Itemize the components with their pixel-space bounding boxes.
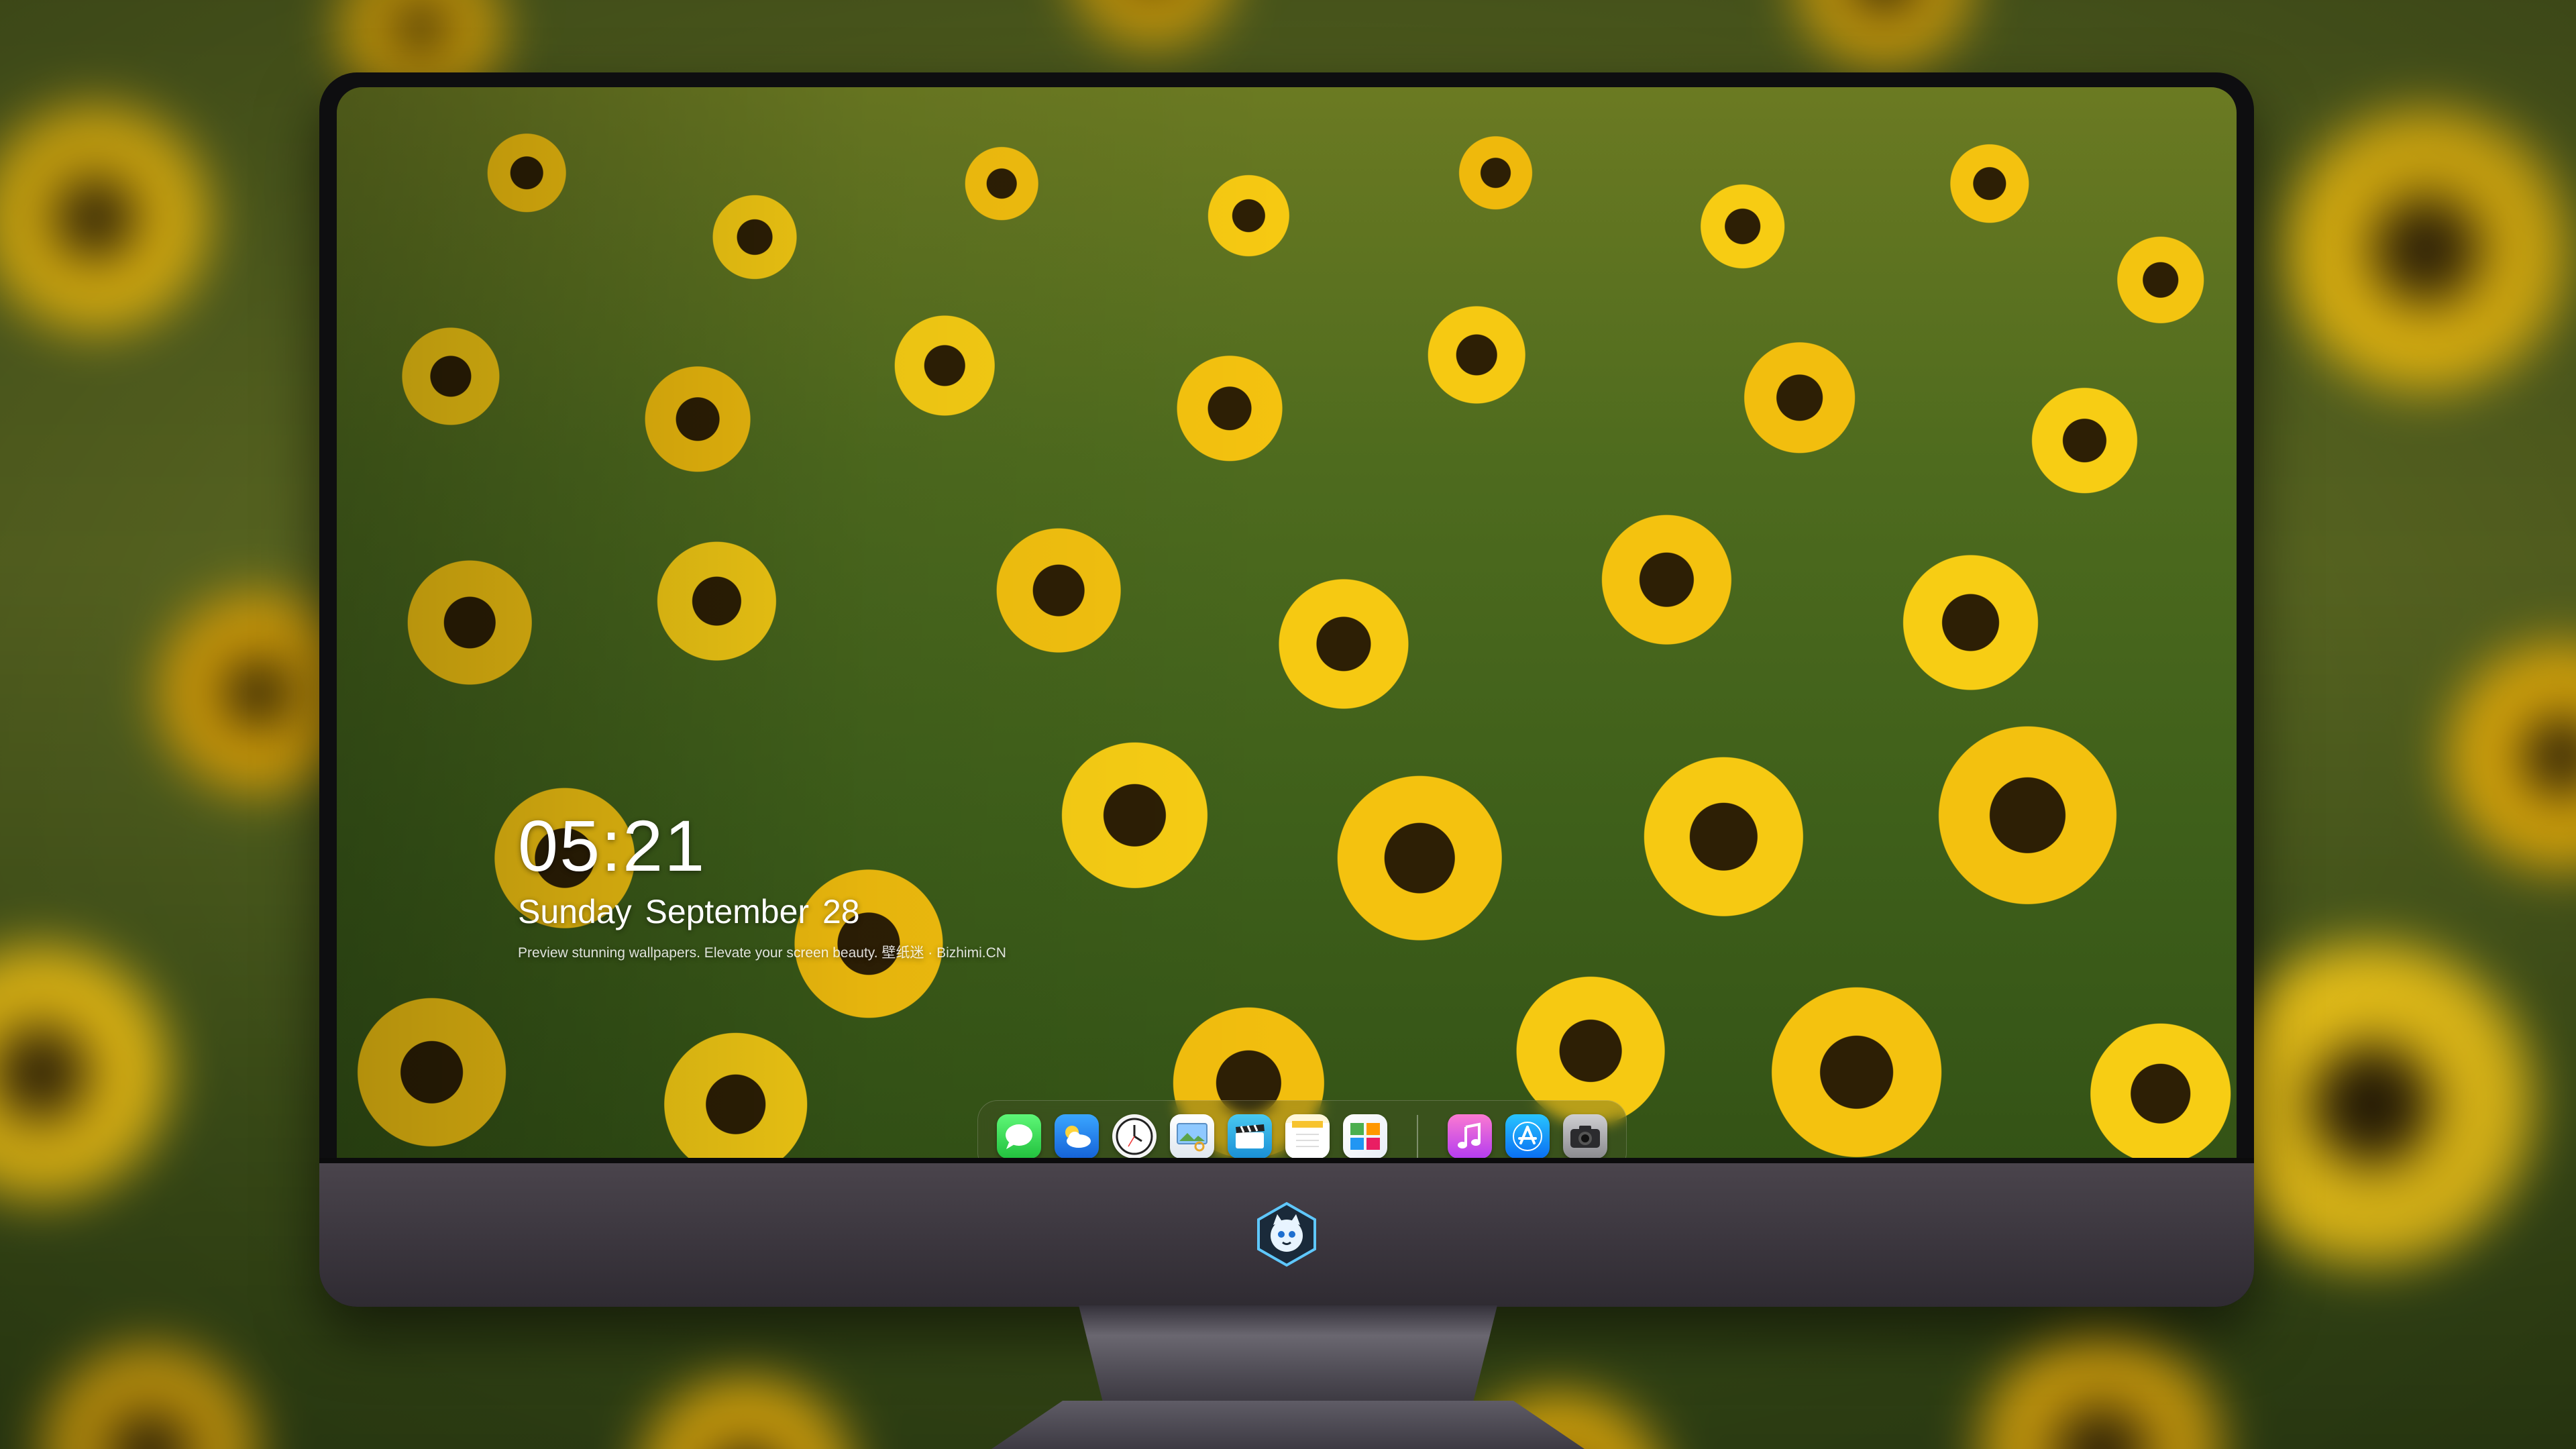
- clock-date: Sunday September 28: [518, 893, 860, 930]
- monitor: 05:21 Sunday September 28 Preview stunni…: [319, 72, 2254, 1307]
- app-store-icon[interactable]: [1505, 1114, 1550, 1158]
- notes-icon[interactable]: [1285, 1114, 1330, 1158]
- messages-icon[interactable]: [997, 1114, 1041, 1158]
- music-icon[interactable]: [1448, 1114, 1492, 1158]
- clock-time: 05:21: [518, 805, 706, 886]
- monitor-stand-base: [991, 1401, 1585, 1449]
- lock-screen-clock: 05:21 Sunday September 28 Preview stunni…: [518, 808, 1006, 963]
- weather-icon[interactable]: [1055, 1114, 1099, 1158]
- clock-icon[interactable]: [1112, 1114, 1157, 1158]
- wallpaper-caption: Preview stunning wallpapers. Elevate you…: [518, 945, 1006, 961]
- video-clapper-icon[interactable]: [1228, 1114, 1272, 1158]
- desktop-scene: 05:21 Sunday September 28 Preview stunni…: [0, 0, 2576, 1449]
- mascot-logo-icon: [1253, 1201, 1320, 1268]
- dock-separator: [1417, 1115, 1418, 1158]
- photos-icon[interactable]: [1343, 1114, 1387, 1158]
- wallpaper-shade: [337, 87, 2237, 1158]
- monitor-stand-neck: [1079, 1305, 1497, 1406]
- screen[interactable]: 05:21 Sunday September 28 Preview stunni…: [337, 87, 2237, 1158]
- preview-icon[interactable]: [1170, 1114, 1214, 1158]
- camera-icon[interactable]: [1563, 1114, 1607, 1158]
- dock: [977, 1100, 1627, 1158]
- bezel-bottom-edge: [319, 1158, 2254, 1163]
